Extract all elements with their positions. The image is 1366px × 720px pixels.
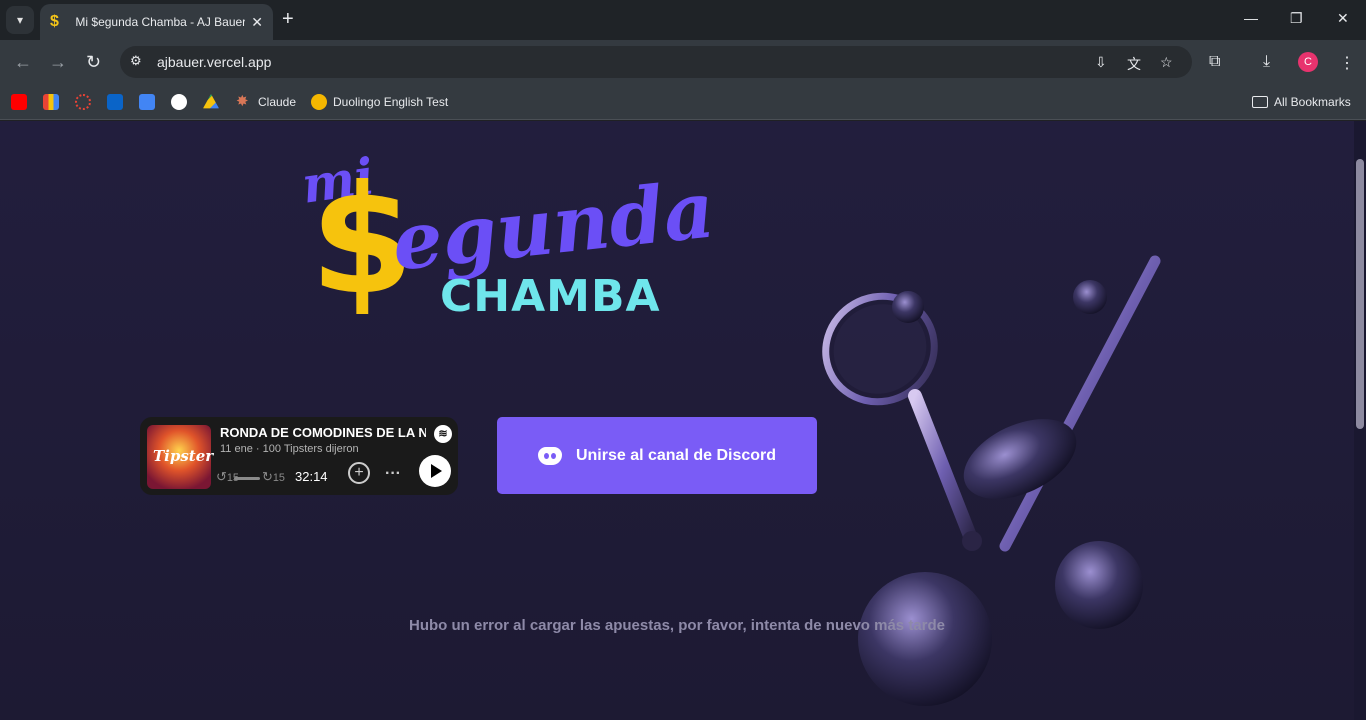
claude-icon: ✸	[236, 93, 249, 110]
tab-title: Mi $egunda Chamba - AJ Bauer Test	[75, 15, 246, 29]
folder-icon	[1252, 96, 1268, 108]
close-tab-icon[interactable]: ✕	[251, 14, 263, 31]
metrics-icon	[43, 94, 59, 110]
episode-duration: 32:14	[295, 469, 328, 484]
tab-strip: ▾ $ Mi $egunda Chamba - AJ Bauer Test ✕ …	[0, 0, 1366, 40]
soccer-ball-icon	[858, 572, 992, 706]
page-scrollbar[interactable]	[1354, 121, 1366, 720]
restore-button[interactable]: ❐	[1290, 10, 1303, 27]
duolingo-icon	[311, 94, 327, 110]
bookmark-youtube[interactable]	[11, 93, 33, 111]
docs-icon	[139, 94, 155, 110]
scrollbar-thumb[interactable]	[1356, 159, 1364, 429]
logo-egunda: egunda	[388, 164, 719, 289]
address-bar[interactable]: ⚙ ajbauer.vercel.app ⇩ 文 ☆	[120, 46, 1192, 78]
bookmark-label: Claude	[258, 95, 297, 109]
browser-toolbar: ← → ↻ ⚙ ajbauer.vercel.app ⇩ 文 ☆ ⧉ ⤓ C ⋮	[0, 40, 1366, 84]
progress-bar[interactable]	[234, 477, 260, 480]
page-content: mi $ egunda CHAMBA Tipster RONDA DE COMO…	[0, 121, 1354, 720]
bookmark-metrics[interactable]	[43, 93, 65, 111]
bets-error-message: Hubo un error al cargar las apuestas, po…	[409, 617, 945, 634]
install-app-icon[interactable]: ⇩	[1095, 54, 1107, 71]
bookmark-label: Duolingo English Test	[333, 95, 449, 109]
bookmark-circle[interactable]	[75, 93, 97, 111]
extensions-icon[interactable]: ⧉	[1209, 53, 1220, 71]
join-discord-button[interactable]: Unirse al canal de Discord	[497, 417, 817, 494]
tab-active[interactable]: $ Mi $egunda Chamba - AJ Bauer Test ✕	[40, 4, 273, 40]
circle-icon	[75, 94, 91, 110]
bookmark-github[interactable]	[171, 93, 193, 111]
translate-icon[interactable]: 文	[1127, 54, 1141, 74]
episode-cover-art: Tipster	[147, 425, 213, 489]
episode-title[interactable]: RONDA DE COMODINES DE LA NFL	[220, 425, 426, 440]
github-icon	[171, 94, 187, 110]
reload-button[interactable]: ↻	[86, 52, 101, 73]
spotify-embed-player[interactable]: Tipster RONDA DE COMODINES DE LA NFL ≋ 1…	[140, 417, 458, 495]
spotify-icon[interactable]: ≋	[434, 425, 452, 443]
all-bookmarks-label: All Bookmarks	[1274, 95, 1351, 109]
profile-avatar[interactable]: C	[1298, 52, 1318, 72]
join-discord-label: Unirse al canal de Discord	[575, 446, 777, 464]
forward-button[interactable]: →	[49, 52, 67, 73]
add-episode-button[interactable]: +	[348, 462, 370, 484]
chevron-down-icon: ▾	[16, 13, 24, 27]
bookmarks-bar: ✸ Claude Duolingo English Test All Bookma…	[0, 84, 1366, 120]
discord-icon	[537, 446, 562, 465]
bookmark-duolingo[interactable]: Duolingo English Test	[311, 93, 448, 111]
browser-chrome: ▾ $ Mi $egunda Chamba - AJ Bauer Test ✕ …	[0, 0, 1366, 121]
all-bookmarks[interactable]: All Bookmarks	[1252, 93, 1351, 111]
bookmark-docs[interactable]	[139, 93, 161, 111]
tab-search-button[interactable]: ▾	[6, 6, 34, 34]
basketball-icon	[1055, 541, 1143, 629]
bookmark-outlook[interactable]	[107, 93, 129, 111]
download-icon[interactable]: ⤓	[1263, 53, 1270, 71]
back-button[interactable]: ←	[14, 52, 32, 73]
drive-icon	[203, 94, 219, 109]
play-button[interactable]	[419, 455, 451, 487]
tab-favicon-icon: $	[50, 13, 59, 30]
close-window-button[interactable]: ✕	[1337, 10, 1349, 27]
bookmark-drive[interactable]	[203, 93, 225, 111]
skip-forward-button[interactable]: ↻15	[262, 469, 285, 485]
site-logo: mi $ egunda CHAMBA	[298, 146, 718, 341]
url-text[interactable]: ajbauer.vercel.app	[157, 54, 271, 70]
site-info-icon[interactable]: ⚙	[130, 53, 142, 69]
menu-kebab-icon[interactable]: ⋮	[1339, 53, 1355, 73]
baseball-icon	[1073, 280, 1107, 314]
logo-chamba: CHAMBA	[440, 271, 661, 322]
tennis-racket-icon	[822, 292, 982, 551]
youtube-icon	[11, 94, 27, 110]
bookmark-claude[interactable]: ✸ Claude	[236, 93, 296, 111]
minimize-button[interactable]: —	[1244, 10, 1258, 26]
bookmark-star-icon[interactable]: ☆	[1160, 54, 1173, 71]
more-options-icon[interactable]: ···	[385, 465, 401, 483]
new-tab-button[interactable]: +	[282, 8, 294, 31]
episode-meta: 11 ene · 100 Tipsters dijeron	[220, 443, 359, 455]
outlook-icon	[107, 94, 123, 110]
sports-illustration	[822, 255, 1161, 706]
tennis-ball-icon	[892, 291, 924, 323]
